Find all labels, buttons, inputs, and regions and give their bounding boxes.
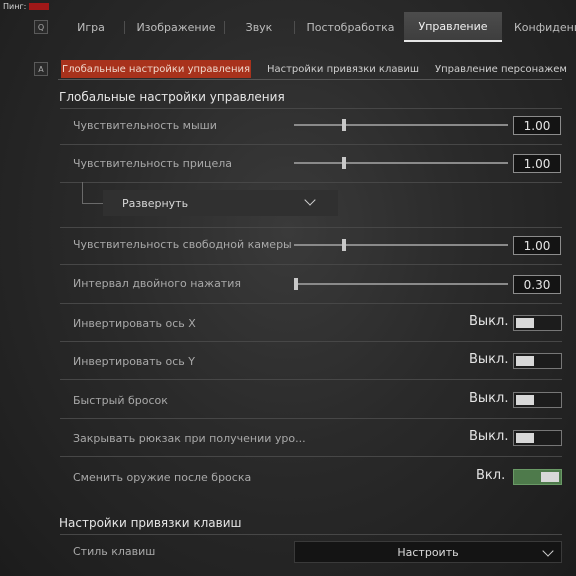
aim-sensitivity-slider-handle[interactable]	[342, 157, 347, 169]
ping-value-bar	[29, 3, 50, 10]
key-style-value: Настроить	[397, 545, 459, 559]
invert-y-toggle[interactable]	[513, 353, 562, 369]
tab-divider	[294, 21, 295, 34]
subtab-global-controls[interactable]: Глобальные настройки управления	[61, 60, 251, 78]
tab-game[interactable]: Игра	[62, 12, 120, 42]
ping-label: Пинг:	[3, 2, 27, 11]
subtab-keybinds[interactable]: Настройки привязки клавиш	[264, 60, 422, 78]
ping-indicator: Пинг:	[3, 2, 50, 11]
invert-x-state: Выкл.	[469, 314, 509, 329]
key-style-label: Стиль клавиш	[73, 545, 156, 558]
free-camera-sensitivity-slider-handle[interactable]	[342, 239, 347, 251]
toggle-knob	[516, 356, 534, 366]
switch-weapon-state: Вкл.	[476, 468, 506, 483]
tab-postprocessing[interactable]: Постобработка	[303, 12, 398, 42]
switch-weapon-label: Сменить оружие после броска	[73, 471, 252, 484]
invert-y-label: Инвертировать ось Y	[73, 355, 196, 368]
double-tap-interval-slider[interactable]	[294, 283, 508, 285]
tab-divider	[224, 21, 225, 34]
divider	[60, 534, 562, 535]
tab-divider	[124, 21, 125, 34]
subtab-key-hint[interactable]: A	[34, 62, 48, 76]
tab-prev-key-hint[interactable]: Q	[34, 20, 48, 34]
divider	[60, 264, 562, 265]
aim-sensitivity-slider[interactable]	[294, 162, 508, 164]
aim-sensitivity-label: Чувствительность прицела	[73, 157, 233, 170]
aim-sensitivity-value[interactable]: 1.00	[513, 154, 561, 173]
tab-sound[interactable]: Звук	[236, 12, 282, 42]
mouse-sensitivity-slider[interactable]	[294, 124, 508, 126]
tab-controls[interactable]: Управление	[404, 12, 502, 42]
expand-button[interactable]: Развернуть	[103, 190, 338, 216]
divider	[60, 182, 562, 183]
toggle-knob	[516, 318, 534, 328]
divider	[60, 418, 562, 419]
divider	[60, 379, 562, 380]
invert-x-toggle[interactable]	[513, 315, 562, 331]
divider	[60, 108, 562, 109]
double-tap-interval-slider-handle[interactable]	[294, 278, 298, 290]
switch-weapon-toggle[interactable]	[513, 469, 562, 485]
mouse-sensitivity-slider-handle[interactable]	[342, 119, 347, 131]
free-camera-sensitivity-slider[interactable]	[294, 244, 508, 246]
tab-graphics[interactable]: Изображение	[134, 12, 218, 42]
tab-privacy[interactable]: Конфиденциал	[514, 12, 576, 42]
quick-throw-label: Быстрый бросок	[73, 394, 168, 407]
close-backpack-state: Выкл.	[469, 429, 509, 444]
tree-connector	[82, 203, 103, 204]
double-tap-interval-label: Интервал двойного нажатия	[73, 277, 241, 290]
chevron-down-icon	[304, 194, 316, 206]
sub-navigation: A Глобальные настройки управления Настро…	[0, 60, 576, 78]
section-title-global: Глобальные настройки управления	[59, 90, 285, 104]
invert-x-label: Инвертировать ось X	[73, 317, 196, 330]
invert-y-state: Выкл.	[469, 352, 509, 367]
chevron-down-icon	[542, 545, 554, 557]
divider	[60, 456, 562, 457]
top-navigation: Q Игра Изображение Звук Постобработка Уп…	[0, 12, 576, 42]
divider	[60, 227, 562, 228]
subtab-character-controls[interactable]: Управление персонажем	[435, 60, 567, 78]
subnav-underline	[58, 79, 562, 80]
mouse-sensitivity-label: Чувствительность мыши	[73, 119, 217, 132]
key-style-dropdown[interactable]: Настроить	[294, 541, 562, 563]
toggle-knob	[541, 472, 559, 482]
close-backpack-toggle[interactable]	[513, 430, 562, 446]
double-tap-interval-value[interactable]: 0.30	[513, 275, 561, 294]
quick-throw-state: Выкл.	[469, 391, 509, 406]
divider	[60, 303, 562, 304]
tree-connector	[82, 182, 83, 204]
expand-label: Развернуть	[122, 196, 189, 210]
section-title-keybinds: Настройки привязки клавиш	[59, 516, 242, 530]
divider	[60, 341, 562, 342]
free-camera-sensitivity-value[interactable]: 1.00	[513, 236, 561, 255]
toggle-knob	[516, 395, 534, 405]
mouse-sensitivity-value[interactable]: 1.00	[513, 116, 561, 135]
toggle-knob	[516, 433, 534, 443]
close-backpack-label: Закрывать рюкзак при получении уро...	[73, 432, 306, 445]
divider	[60, 144, 562, 145]
free-camera-sensitivity-label: Чувствительность свободной камеры	[73, 238, 292, 251]
quick-throw-toggle[interactable]	[513, 392, 562, 408]
